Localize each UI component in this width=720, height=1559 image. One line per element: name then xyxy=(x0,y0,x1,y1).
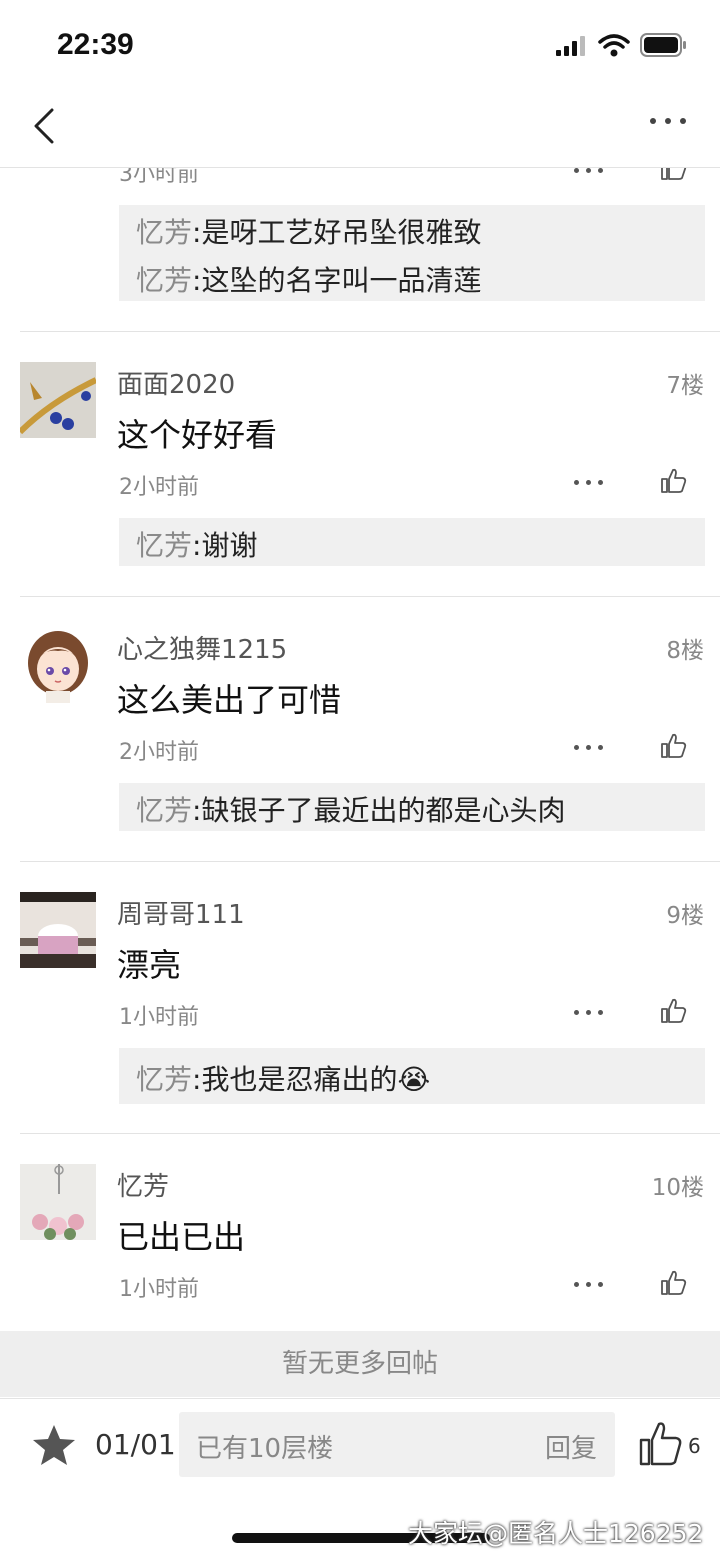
username[interactable]: 心之独舞1215 xyxy=(117,629,287,666)
watermark: 大家坛@匿名人士126252 xyxy=(408,1519,704,1548)
row-divider xyxy=(20,1133,720,1134)
comment-time: 1小时前 xyxy=(119,1277,199,1302)
wifi-icon xyxy=(598,34,630,57)
quote-block: 忆芳:是呀工艺好吊坠很雅致 忆芳:这坠的名字叫一品清莲 xyxy=(119,205,705,301)
more-icon[interactable] xyxy=(650,118,686,124)
quote-block: 忆芳:缺银子了最近出的都是心头肉 xyxy=(119,783,705,831)
comment-more-icon[interactable] xyxy=(574,480,603,485)
thumbs-up-icon[interactable] xyxy=(660,997,688,1025)
partial-row: 3小时前 xyxy=(0,168,720,188)
comment-more-icon[interactable] xyxy=(574,1010,603,1015)
thumbs-up-icon[interactable] xyxy=(660,168,688,182)
thumbs-up-icon[interactable] xyxy=(660,1269,688,1297)
quote-line: 忆芳:是呀工艺好吊坠很雅致 xyxy=(136,216,482,249)
page-indicator[interactable]: 01/01 xyxy=(95,1428,176,1461)
avatar[interactable] xyxy=(20,892,96,968)
row-divider xyxy=(20,596,720,597)
row-divider xyxy=(20,861,720,862)
quote-line: 忆芳:缺银子了最近出的都是心头肉 xyxy=(136,794,566,827)
comment-text: 漂亮 xyxy=(117,946,182,984)
quote-block: 忆芳:谢谢 xyxy=(119,518,705,566)
thumbs-up-icon[interactable] xyxy=(660,467,688,495)
star-icon[interactable] xyxy=(32,1424,76,1466)
quote-line: 忆芳:这坠的名字叫一品清莲 xyxy=(136,264,482,297)
comment-text: 这个好好看 xyxy=(117,416,278,454)
floor-label: 9楼 xyxy=(666,903,704,929)
comment-time: 2小时前 xyxy=(119,475,199,500)
signal-icon xyxy=(556,36,585,56)
thumbs-up-icon[interactable] xyxy=(639,1420,683,1468)
comment-time: 1小时前 xyxy=(119,1005,199,1030)
reply-button[interactable]: 回复 xyxy=(545,1428,597,1465)
floor-label: 8楼 xyxy=(666,638,704,664)
username[interactable]: 面面2020 xyxy=(117,364,235,401)
back-icon[interactable] xyxy=(30,106,70,146)
comment-more-icon[interactable] xyxy=(574,745,603,750)
username[interactable]: 周哥哥111 xyxy=(117,894,245,931)
no-more-replies: 暂无更多回帖 xyxy=(0,1331,720,1397)
thumbs-up-icon[interactable] xyxy=(660,732,688,760)
username[interactable]: 忆芳 xyxy=(117,1166,169,1203)
row-divider xyxy=(20,331,720,332)
floor-label: 10楼 xyxy=(651,1175,704,1201)
comment-more-icon[interactable] xyxy=(574,168,603,173)
comment-text: 这么美出了可惜 xyxy=(117,681,342,719)
floor-label: 7楼 xyxy=(666,373,704,399)
comment-time: 3小时前 xyxy=(119,168,199,187)
avatar[interactable] xyxy=(20,627,96,703)
quote-line: 忆芳:我也是忍痛出的😭 xyxy=(136,1063,431,1096)
quote-block: 忆芳:我也是忍痛出的😭 xyxy=(119,1048,705,1104)
reply-placeholder: 已有10层楼 xyxy=(196,1434,334,1464)
quote-line: 忆芳:谢谢 xyxy=(136,529,258,562)
status-time: 22:39 xyxy=(57,28,134,61)
comment-text: 已出已出 xyxy=(117,1218,246,1256)
like-count: 6 xyxy=(688,1434,701,1458)
avatar[interactable] xyxy=(20,362,96,438)
comment-time: 2小时前 xyxy=(119,740,199,765)
battery-icon xyxy=(640,33,686,57)
comment-more-icon[interactable] xyxy=(574,1282,603,1287)
avatar[interactable] xyxy=(20,1164,96,1240)
